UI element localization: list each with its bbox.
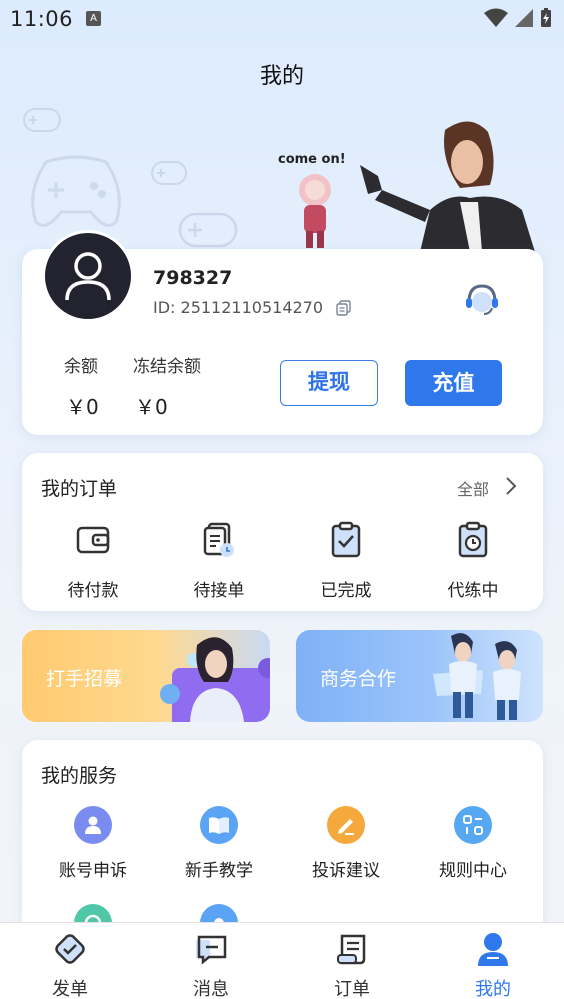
tab-messages[interactable]: 消息 <box>171 931 251 999</box>
business-illustration <box>433 633 521 720</box>
tab-profile[interactable]: 我的 <box>453 931 533 999</box>
edit-icon <box>327 806 365 844</box>
order-item-awaiting-acceptance[interactable]: 待接单 <box>169 520 269 601</box>
withdraw-button[interactable]: 提现 <box>280 360 378 406</box>
gamepad-decoration-icon <box>31 155 121 227</box>
copy-icon[interactable] <box>336 300 352 316</box>
game-banner: come on! <box>260 110 550 252</box>
account-appeal-icon <box>74 806 112 844</box>
notification-indicator: A <box>86 11 101 26</box>
avatar[interactable] <box>42 230 134 322</box>
battery-icon <box>541 8 551 27</box>
frozen-balance-label: 冻结余额 <box>133 357 201 377</box>
wifi-icon <box>484 8 508 27</box>
gamepad-decoration-icon <box>178 212 238 248</box>
recruit-illustration <box>160 637 270 722</box>
signal-icon <box>515 9 533 27</box>
rules-icon <box>454 806 492 844</box>
order-scroll-icon <box>337 934 366 965</box>
service-label: 账号申诉 <box>59 861 127 881</box>
order-item-label: 已完成 <box>320 581 372 601</box>
recharge-button[interactable]: 充值 <box>405 360 502 406</box>
clipboard-clock-icon <box>458 521 488 558</box>
bottom-tab-bar: 发单 消息 订单 我的 <box>0 922 564 999</box>
customer-service-icon[interactable] <box>462 280 502 320</box>
order-item-label: 代练中 <box>447 581 499 601</box>
status-bar: 11:06 A <box>0 0 564 40</box>
business-banner[interactable]: 商务合作 <box>296 630 543 722</box>
order-item-label: 待付款 <box>67 581 119 601</box>
user-id: ID: 25112110514270 <box>153 298 324 317</box>
user-avatar-icon <box>65 252 111 301</box>
wallet-icon <box>76 526 110 554</box>
service-label: 规则中心 <box>439 861 507 881</box>
balance-value: ￥0 <box>66 395 99 419</box>
checkmark-diamond-icon <box>55 934 85 964</box>
business-banner-label: 商务合作 <box>320 668 397 690</box>
orders-all-link[interactable]: 全部 <box>457 476 489 500</box>
frozen-balance-value: ￥0 <box>135 395 168 419</box>
tab-label: 我的 <box>475 979 511 999</box>
tab-label: 发单 <box>52 979 88 999</box>
pending-order-icon <box>203 522 234 557</box>
order-item-label: 待接单 <box>193 581 245 601</box>
service-label: 投诉建议 <box>312 861 380 881</box>
chevron-right-icon[interactable] <box>505 476 517 496</box>
tab-label: 消息 <box>193 979 229 999</box>
service-complaints-suggestions[interactable]: 投诉建议 <box>296 806 396 881</box>
service-rules-center[interactable]: 规则中心 <box>423 806 523 881</box>
gamepad-decoration-icon <box>151 161 187 185</box>
orders-title: 我的订单 <box>41 478 118 500</box>
order-item-completed[interactable]: 已完成 <box>296 520 396 601</box>
service-account-appeal[interactable]: 账号申诉 <box>43 806 143 881</box>
order-item-in-progress[interactable]: 代练中 <box>423 520 523 601</box>
services-title: 我的服务 <box>41 765 118 787</box>
page-title: 我的 <box>259 64 304 89</box>
status-icons <box>484 8 552 28</box>
gamepad-decoration-icon <box>23 108 61 132</box>
banner-characters-illustration <box>299 121 535 252</box>
service-beginner-tutorial[interactable]: 新手教学 <box>169 806 269 881</box>
book-icon <box>200 806 238 844</box>
order-item-pending-payment[interactable]: 待付款 <box>43 520 143 601</box>
tab-post-order[interactable]: 发单 <box>30 931 110 999</box>
service-label: 新手教学 <box>185 861 253 881</box>
tab-orders[interactable]: 订单 <box>312 931 392 999</box>
tab-label: 订单 <box>334 979 370 999</box>
user-icon <box>478 933 508 966</box>
balance-label: 余额 <box>64 357 98 377</box>
recruit-banner-label: 打手招募 <box>46 668 123 690</box>
status-time: 11:06 <box>10 7 74 31</box>
username: 798327 <box>153 267 233 289</box>
recruit-banner[interactable]: 打手招募 <box>22 630 270 722</box>
clipboard-check-icon <box>331 521 361 558</box>
message-icon <box>196 935 227 965</box>
